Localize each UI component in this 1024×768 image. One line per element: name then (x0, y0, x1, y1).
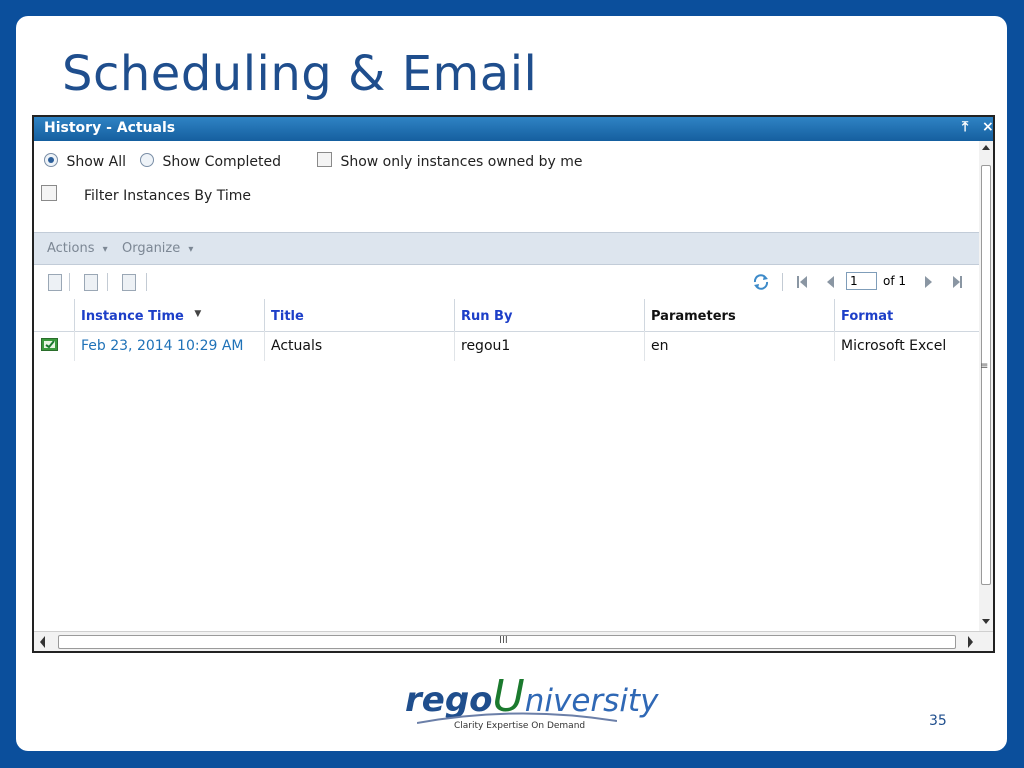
filter-by-time-label: Filter Instances By Time (84, 188, 252, 204)
scroll-left-icon[interactable] (40, 636, 45, 648)
checkbox-icon (41, 185, 57, 201)
toolbar-divider (107, 273, 108, 291)
scroll-up-icon[interactable] (982, 145, 990, 150)
chevron-down-icon: ▾ (188, 244, 194, 255)
email-icon[interactable] (84, 274, 98, 291)
header-title[interactable]: Title (264, 299, 454, 331)
show-completed-radio[interactable]: Show Completed (140, 153, 281, 170)
radio-selected-icon (44, 153, 58, 167)
row-parameters: en (644, 331, 834, 361)
window-title: History - Actuals (44, 120, 176, 136)
row-format: Microsoft Excel (834, 331, 979, 361)
first-page-bar (797, 276, 799, 288)
delete-icon[interactable] (122, 274, 136, 291)
organize-menu[interactable]: Organize ▾ (122, 241, 193, 256)
scroll-grip-icon: ≡ (980, 361, 989, 372)
owned-by-me-label: Show only instances owned by me (340, 154, 583, 170)
pin-icon[interactable]: ⤒ (962, 119, 968, 135)
row-status-cell (34, 331, 74, 361)
header-instance-time-label: Instance Time (81, 309, 184, 324)
export-icon[interactable] (48, 274, 62, 291)
logo-tagline: Clarity Expertise On Demand (454, 721, 586, 731)
page-count-label: of 1 (883, 274, 907, 288)
scroll-right-icon[interactable] (968, 636, 973, 648)
last-page-bar (960, 276, 962, 288)
previous-page-icon[interactable] (827, 276, 834, 288)
actions-menu[interactable]: Actions ▾ (47, 241, 108, 256)
show-completed-label: Show Completed (162, 154, 282, 170)
grid-toolbar: 1 of 1 (34, 265, 979, 300)
first-page-icon[interactable] (800, 276, 807, 288)
excel-file-icon[interactable] (41, 336, 59, 352)
close-icon[interactable]: × (982, 119, 993, 135)
filter-by-time-checkbox[interactable] (41, 185, 57, 204)
grid-header: Instance Time ▼ Title Run By Parameters … (34, 299, 979, 332)
last-page-icon[interactable] (953, 276, 960, 288)
toolbar-divider (69, 273, 70, 291)
window-titlebar: History - Actuals ⤒ × (34, 117, 993, 141)
slide-page-number: 35 (929, 713, 947, 729)
actions-menu-label: Actions (47, 241, 95, 256)
toolbar-divider (146, 273, 147, 291)
organize-menu-label: Organize (122, 241, 181, 256)
sort-desc-icon: ▼ (194, 309, 202, 319)
slide: Scheduling & Email History - Actuals ⤒ ×… (16, 16, 1007, 751)
owned-by-me-checkbox[interactable]: Show only instances owned by me (317, 152, 583, 170)
history-grid: Instance Time ▼ Title Run By Parameters … (34, 299, 979, 631)
header-format[interactable]: Format (834, 299, 979, 331)
grid-menubar: Actions ▾ Organize ▾ (34, 232, 979, 265)
radio-unselected-icon (140, 153, 154, 167)
page-number-input[interactable]: 1 (846, 272, 877, 290)
history-window: History - Actuals ⤒ × Show All Show Comp… (32, 115, 995, 653)
row-run-by: regou1 (454, 331, 644, 361)
scroll-grip-icon: III (499, 635, 508, 646)
filter-options: Show All Show Completed Show only instan… (34, 141, 993, 232)
chevron-down-icon: ▾ (102, 244, 108, 255)
show-all-radio[interactable]: Show All (44, 153, 126, 170)
header-run-by[interactable]: Run By (454, 299, 644, 331)
instance-time-link[interactable]: Feb 23, 2014 10:29 AM (74, 331, 264, 361)
horizontal-scrollbar[interactable]: III (34, 631, 993, 651)
vertical-scroll-thumb[interactable] (981, 165, 991, 585)
row-title: Actuals (264, 331, 454, 361)
header-parameters: Parameters (644, 299, 834, 331)
show-all-label: Show All (66, 154, 127, 170)
scroll-down-icon[interactable] (982, 619, 990, 624)
vertical-scrollbar[interactable]: ≡ (979, 141, 993, 631)
refresh-icon[interactable] (752, 273, 770, 291)
next-page-icon[interactable] (925, 276, 932, 288)
slide-title: Scheduling & Email (62, 46, 538, 102)
checkbox-icon (317, 152, 332, 167)
table-row[interactable]: Feb 23, 2014 10:29 AM Actuals regou1 en … (34, 331, 979, 361)
horizontal-scroll-thumb[interactable]: III (58, 635, 956, 649)
rego-university-logo: regoUniversity Clarity Expertise On Dema… (405, 671, 658, 735)
header-icon-column (34, 299, 74, 331)
toolbar-divider (782, 273, 783, 291)
header-instance-time[interactable]: Instance Time ▼ (74, 299, 264, 331)
